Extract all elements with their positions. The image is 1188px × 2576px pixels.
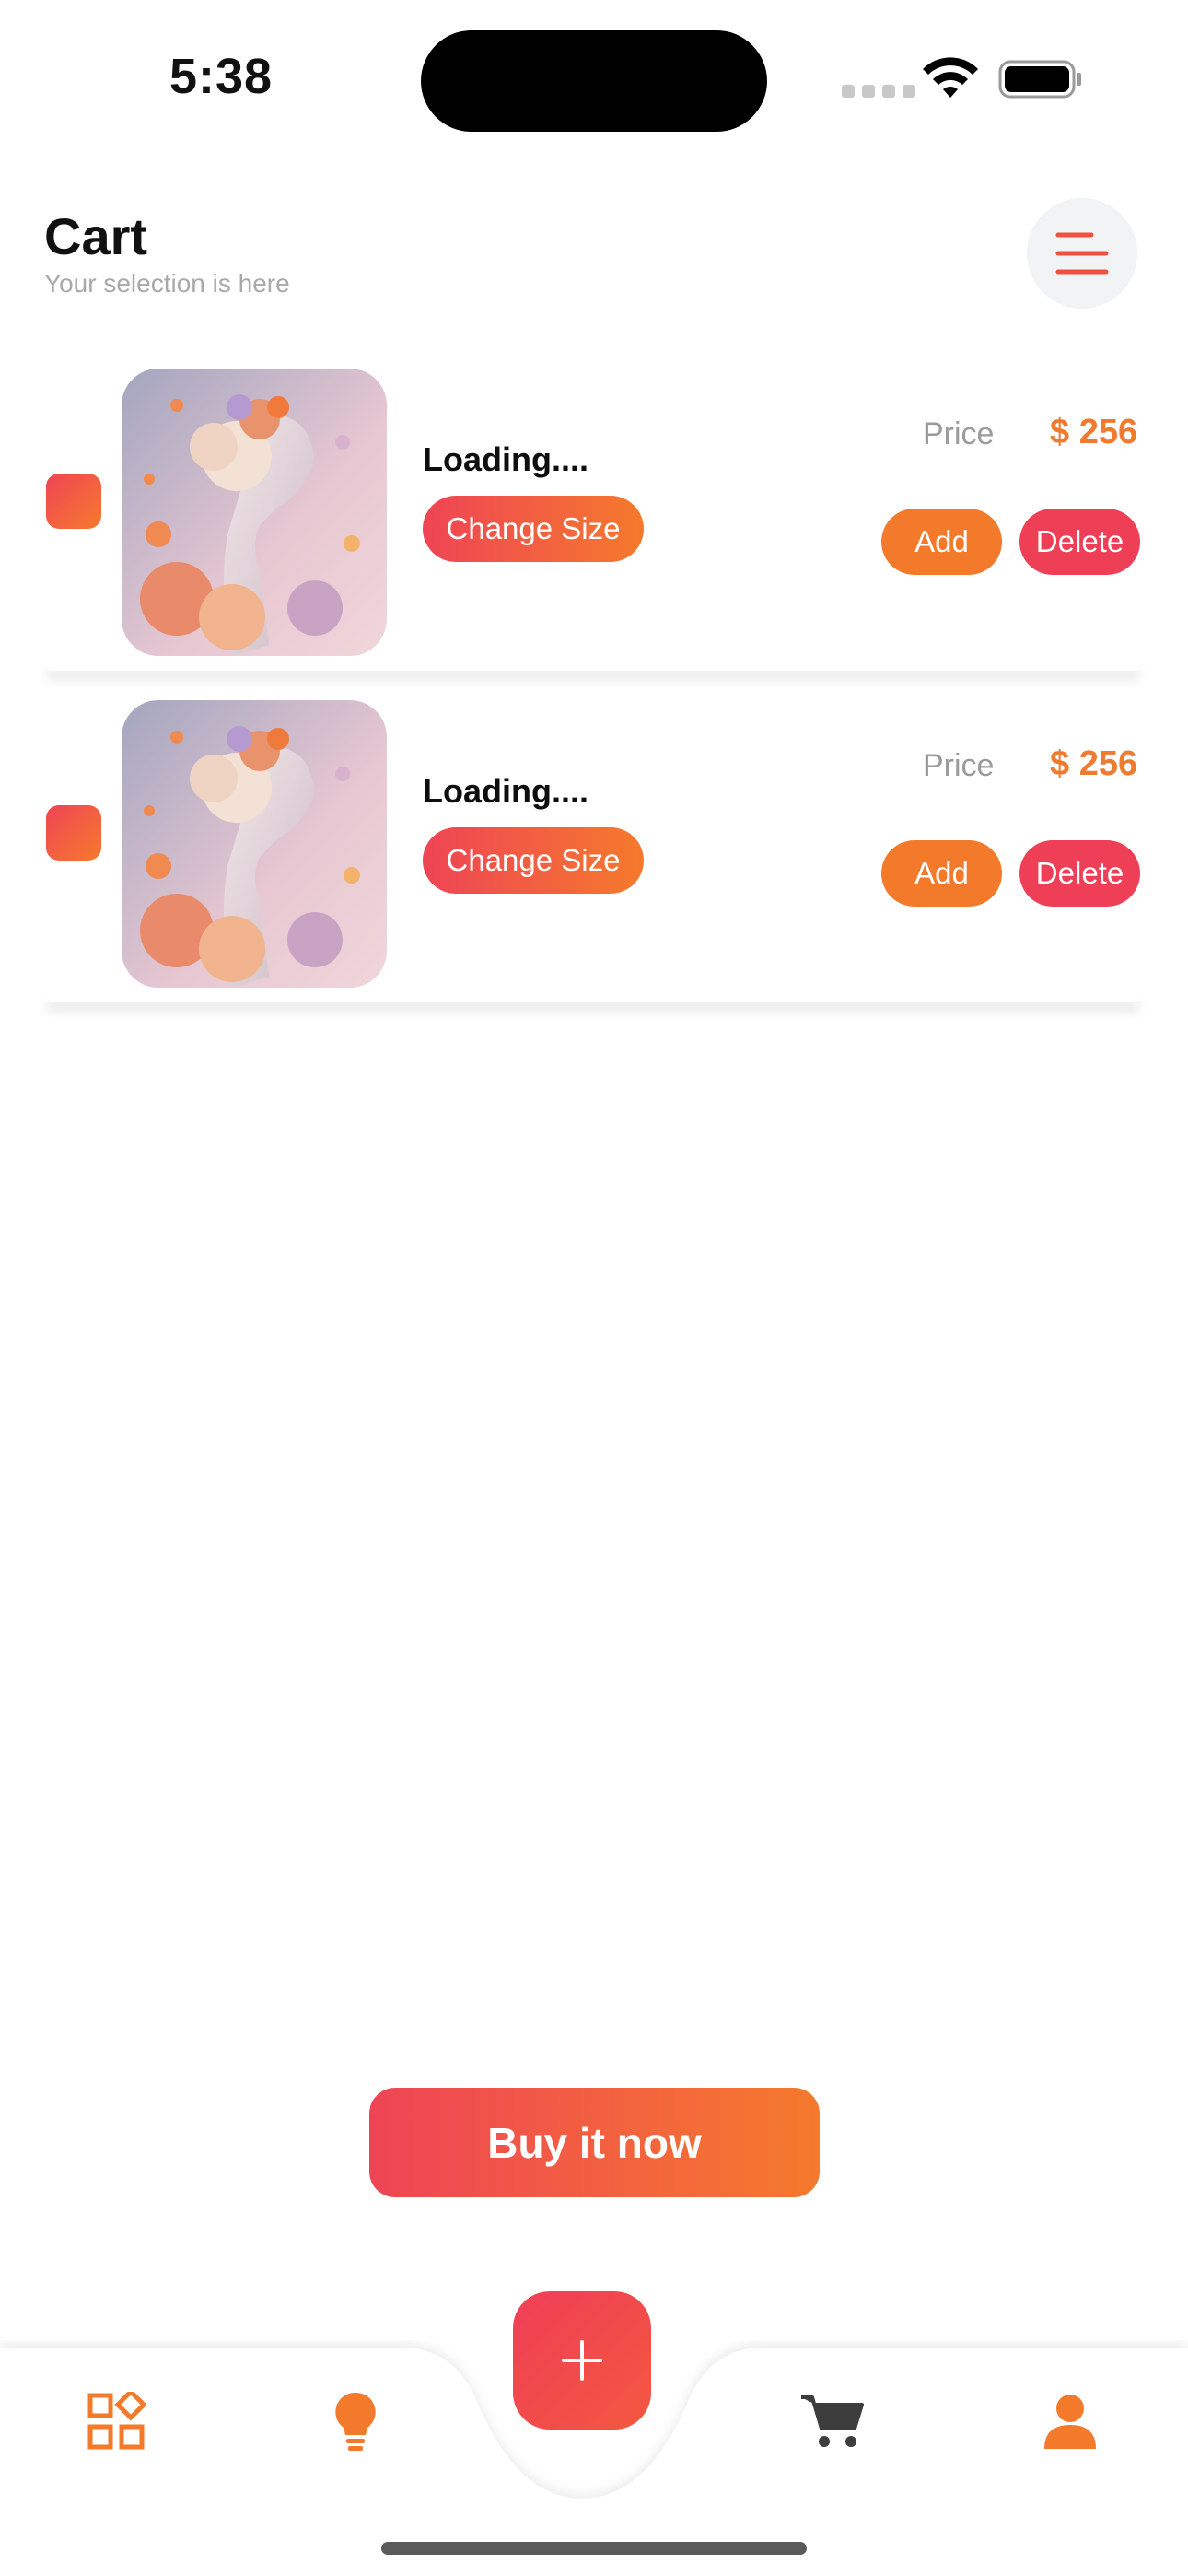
plus-icon [562, 2340, 602, 2381]
product-image [122, 700, 387, 988]
menu-lines-icon [1055, 232, 1109, 275]
price-label: Price [923, 748, 995, 783]
item-checkbox[interactable] [46, 805, 101, 861]
page-title: Cart [44, 207, 148, 265]
nav-apps[interactable] [79, 2384, 153, 2458]
add-button[interactable]: Add [881, 509, 1002, 575]
price-value: $ 256 [1050, 744, 1138, 783]
page-subtitle: Your selection is here [44, 269, 290, 298]
price-value: $ 256 [1050, 413, 1138, 451]
add-fab-button[interactable] [513, 2291, 651, 2430]
nav-ideas[interactable] [319, 2384, 392, 2458]
wifi-icon [923, 57, 978, 98]
battery-icon [998, 60, 1081, 99]
change-size-button[interactable]: Change Size [423, 496, 644, 562]
nav-cart[interactable] [796, 2384, 869, 2458]
home-indicator [381, 2542, 807, 2555]
change-size-button[interactable]: Change Size [423, 827, 644, 894]
cart-item: Loading.... Change Size Price $ 256 Add … [46, 689, 1140, 997]
cellular-signal-icon [842, 85, 915, 98]
cart-item: Loading.... Change Size Price $ 256 Add … [46, 357, 1140, 665]
user-icon [1044, 2395, 1096, 2449]
product-image [122, 369, 387, 656]
cart-icon [801, 2395, 864, 2447]
status-time: 5:38 [169, 49, 274, 104]
lightbulb-icon [335, 2392, 376, 2451]
apps-grid-icon [87, 2392, 146, 2450]
menu-button[interactable] [1027, 198, 1137, 309]
item-name: Loading.... [423, 440, 588, 478]
price-label: Price [923, 416, 995, 451]
delete-button[interactable]: Delete [1019, 509, 1140, 575]
item-name: Loading.... [423, 772, 588, 810]
dynamic-island [421, 30, 767, 132]
nav-profile[interactable] [1033, 2384, 1107, 2458]
item-checkbox[interactable] [46, 474, 101, 529]
add-button[interactable]: Add [881, 840, 1002, 907]
buy-now-button[interactable]: Buy it now [369, 2088, 820, 2197]
delete-button[interactable]: Delete [1019, 840, 1140, 907]
